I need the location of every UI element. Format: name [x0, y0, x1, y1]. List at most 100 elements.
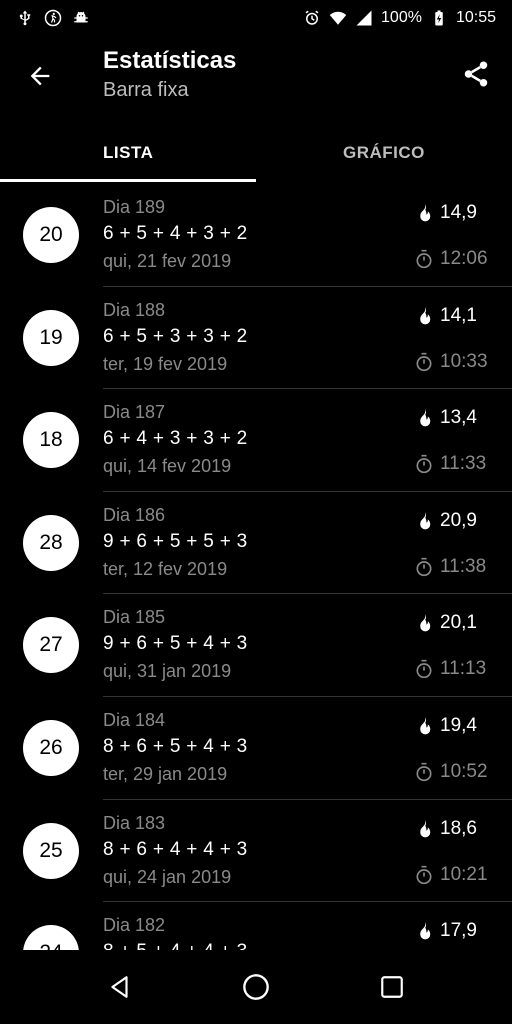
list-item-metrics: 18,6 10:21 [414, 816, 504, 888]
arrow-left-icon [30, 66, 50, 86]
back-button[interactable] [20, 56, 60, 96]
reps-sets: 8 + 6 + 5 + 4 + 3 [103, 735, 248, 757]
tab-indicator [0, 179, 256, 182]
list-item[interactable]: 19 Dia 188 6 + 5 + 3 + 3 + 2 ter, 19 fev… [0, 287, 512, 390]
calories-value: 20,9 [440, 509, 477, 531]
running-icon [44, 9, 62, 27]
calories-metric: 19,4 [414, 713, 504, 739]
flame-icon [420, 716, 431, 735]
status-time: 10:55 [455, 9, 496, 26]
triangle-back-icon [111, 976, 128, 998]
day-label: Dia 185 [103, 607, 166, 628]
total-reps-badge: 28 [23, 514, 79, 571]
page-title: Estatísticas [103, 47, 237, 74]
list-item-text: Dia 186 9 + 6 + 5 + 5 + 3 ter, 12 fev 20… [103, 502, 248, 582]
calories-value: 13,4 [440, 407, 477, 429]
calories-metric: 17,9 [414, 918, 504, 944]
day-label: Dia 188 [103, 299, 166, 320]
stopwatch-icon [416, 762, 432, 782]
nav-back-button[interactable] [105, 972, 135, 1002]
list-item-metrics: 20,1 11:13 [414, 610, 504, 682]
nav-home-button[interactable] [241, 972, 271, 1002]
reps-sets: 6 + 5 + 3 + 3 + 2 [103, 325, 248, 347]
share-icon [464, 61, 488, 87]
list-item[interactable]: 26 Dia 184 8 + 6 + 5 + 4 + 3 ter, 29 jan… [0, 697, 512, 800]
day-label: Dia 182 [103, 915, 166, 936]
date-label: qui, 14 fev 2019 [103, 456, 232, 477]
list-item[interactable]: 20 Dia 189 6 + 5 + 4 + 3 + 2 qui, 21 fev… [0, 184, 512, 287]
time-metric: 10:33 [414, 349, 504, 375]
app-bar: Estatísticas Barra fixa [0, 36, 512, 120]
time-value: 10:52 [440, 760, 488, 782]
day-label: Dia 186 [103, 504, 166, 525]
battery-percent: 100% [381, 9, 422, 26]
reps-sets: 9 + 6 + 5 + 4 + 3 [103, 633, 248, 655]
flame-icon [420, 409, 431, 427]
list-item-metrics: 17,9 [414, 918, 504, 950]
calories-value: 19,4 [440, 714, 477, 736]
list-item-metrics: 20,9 11:38 [414, 508, 504, 580]
reps-sets: 6 + 4 + 3 + 3 + 2 [103, 428, 248, 450]
calories-metric: 13,4 [414, 405, 504, 431]
time-value: 10:33 [440, 350, 488, 372]
title-block: Estatísticas Barra fixa [103, 46, 236, 104]
stopwatch-icon [416, 660, 432, 679]
total-reps-badge: 25 [23, 822, 79, 879]
list-item[interactable]: 27 Dia 185 9 + 6 + 5 + 4 + 3 qui, 31 jan… [0, 594, 512, 697]
reps-sets: 6 + 5 + 4 + 3 + 2 [103, 223, 248, 244]
calories-metric: 20,9 [414, 508, 504, 534]
status-bar: 100% 10:55 [0, 0, 512, 36]
nav-recents-button[interactable] [377, 972, 407, 1002]
stopwatch-icon [416, 249, 432, 269]
time-metric: 10:52 [414, 759, 504, 785]
list-item-text: Dia 182 8 + 5 + 4 + 4 + 3 [103, 912, 248, 950]
list-item[interactable]: 25 Dia 183 8 + 6 + 4 + 4 + 3 qui, 24 jan… [0, 800, 512, 903]
reps-sets: 8 + 6 + 4 + 4 + 3 [103, 838, 248, 860]
time-value: 12:06 [440, 248, 488, 269]
android-debug-icon [74, 11, 88, 23]
calories-value: 18,6 [440, 817, 477, 839]
list-item-text: Dia 184 8 + 6 + 5 + 4 + 3 ter, 29 jan 20… [103, 707, 248, 787]
total-reps-badge: 20 [23, 207, 79, 263]
date-label: ter, 12 fev 2019 [103, 558, 228, 579]
flame-icon [420, 306, 431, 324]
total-reps-badge: 19 [23, 309, 79, 366]
list-item-text: Dia 188 6 + 5 + 3 + 3 + 2 ter, 19 fev 20… [103, 297, 248, 377]
calories-value: 14,9 [440, 202, 477, 223]
list-item[interactable]: 28 Dia 186 9 + 6 + 5 + 5 + 3 ter, 12 fev… [0, 492, 512, 595]
time-metric: 10:21 [414, 862, 504, 888]
total-reps-badge: 24 [23, 925, 79, 950]
total-reps-badge: 27 [23, 617, 79, 674]
tab-lista[interactable]: LISTA [0, 124, 256, 182]
list-item[interactable]: 18 Dia 187 6 + 4 + 3 + 3 + 2 qui, 14 fev… [0, 389, 512, 492]
time-metric: 12:06 [414, 246, 504, 272]
date-label: qui, 24 jan 2019 [103, 866, 232, 887]
calories-metric: 14,9 [414, 200, 504, 226]
date-label: ter, 19 fev 2019 [103, 353, 228, 374]
time-value: 11:13 [440, 658, 487, 680]
share-button[interactable] [456, 54, 496, 94]
flame-icon [420, 819, 431, 837]
total-reps-badge: 26 [23, 719, 79, 776]
calories-value: 20,1 [440, 612, 477, 634]
stopwatch-icon [416, 865, 432, 884]
workout-list[interactable]: 20 Dia 189 6 + 5 + 4 + 3 + 2 qui, 21 fev… [0, 184, 512, 950]
list-item-text: Dia 189 6 + 5 + 4 + 3 + 2 qui, 21 fev 20… [103, 194, 248, 274]
status-left-icons [16, 9, 90, 27]
tab-bar: LISTA GRÁFICO [0, 124, 512, 182]
system-nav-bar [0, 950, 512, 1024]
date-label: qui, 31 jan 2019 [103, 661, 232, 682]
time-value: 11:33 [440, 453, 487, 475]
list-item-text: Dia 185 9 + 6 + 5 + 4 + 3 qui, 31 jan 20… [103, 604, 248, 684]
flame-icon [420, 921, 431, 940]
list-item[interactable]: 24 Dia 182 8 + 5 + 4 + 4 + 3 17,9 [0, 902, 512, 950]
battery-charging-icon [435, 10, 443, 26]
status-right-icons: 100% 10:55 [303, 9, 496, 27]
calories-metric: 18,6 [414, 816, 504, 842]
usb-icon [19, 10, 31, 26]
date-label: qui, 21 fev 2019 [103, 251, 232, 271]
time-metric: 11:38 [414, 554, 504, 580]
reps-sets: 9 + 6 + 5 + 5 + 3 [103, 530, 248, 552]
list-item-text: Dia 183 8 + 6 + 4 + 4 + 3 qui, 24 jan 20… [103, 810, 248, 890]
tab-grafico[interactable]: GRÁFICO [256, 124, 512, 182]
